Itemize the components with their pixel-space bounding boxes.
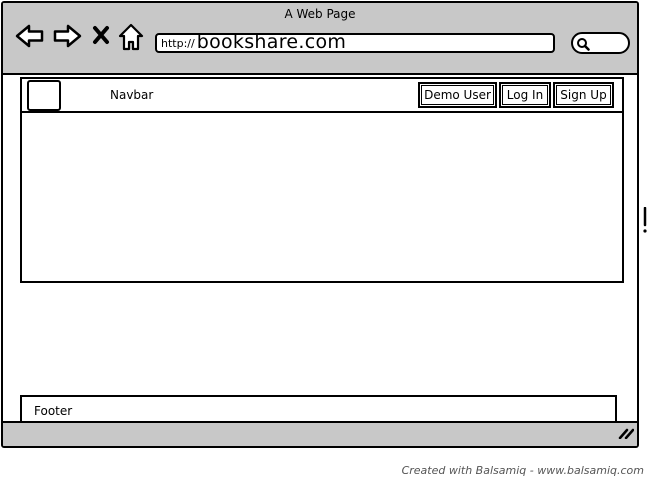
resize-grip-icon[interactable] [618, 424, 635, 443]
browser-window: A Web Page http:// bookshare.com Navbar … [1, 1, 639, 448]
url-domain: bookshare.com [196, 33, 347, 53]
url-protocol: http:// [161, 37, 195, 50]
status-bar [3, 421, 637, 446]
navbar-label: Navbar [110, 88, 154, 102]
scrollbar-marker[interactable] [643, 207, 647, 234]
home-icon[interactable] [118, 23, 144, 55]
address-bar[interactable]: http:// bookshare.com [155, 33, 555, 53]
search-field[interactable] [571, 32, 630, 54]
log-in-button[interactable]: Log In [499, 82, 551, 108]
forward-arrow-icon[interactable] [52, 23, 82, 53]
balsamiq-credit: Created with Balsamiq - www.balsamiq.com [401, 464, 644, 477]
sign-up-button[interactable]: Sign Up [553, 82, 614, 108]
browser-toolbar: A Web Page http:// bookshare.com [3, 3, 637, 75]
page-content-panel: Navbar Demo User Log In Sign Up [20, 77, 624, 283]
search-icon [577, 38, 590, 51]
navbar: Navbar Demo User Log In Sign Up [22, 79, 622, 113]
close-icon[interactable] [92, 25, 110, 49]
demo-user-button[interactable]: Demo User [418, 82, 497, 108]
window-title: A Web Page [284, 7, 356, 21]
footer: Footer [20, 395, 617, 424]
back-arrow-icon[interactable] [15, 23, 45, 53]
footer-label: Footer [34, 404, 73, 418]
brand-logo-placeholder[interactable] [27, 80, 61, 111]
